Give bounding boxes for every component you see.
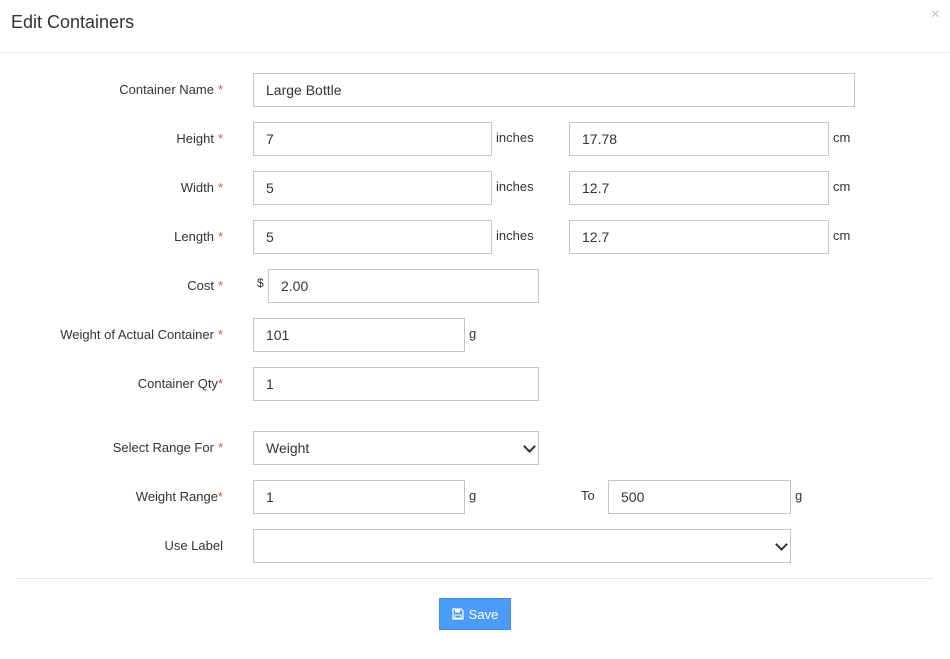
use-label-label: Use Label xyxy=(164,538,223,553)
required-mark: * xyxy=(217,82,223,97)
required-mark: * xyxy=(217,229,223,244)
weight-range-to-unit: g xyxy=(795,488,803,503)
select-range-for-value[interactable]: Weight xyxy=(253,431,539,465)
weight-actual-label: Weight of Actual Container * xyxy=(60,327,223,342)
width-inches-unit: inches xyxy=(496,179,534,194)
weight-range-from-input[interactable] xyxy=(253,480,465,514)
required-mark: * xyxy=(217,131,223,146)
cost-input[interactable] xyxy=(268,269,539,303)
width-cm-unit: cm xyxy=(833,179,851,194)
height-cm-input[interactable] xyxy=(569,122,829,156)
required-mark: * xyxy=(217,376,223,391)
width-inches-input[interactable] xyxy=(253,171,492,205)
container-name-label: Container Name * xyxy=(119,82,223,97)
floppy-disk-icon xyxy=(452,608,464,620)
length-inches-unit: inches xyxy=(496,228,534,243)
weight-range-label: Weight Range* xyxy=(135,489,223,504)
close-icon[interactable]: × xyxy=(931,6,940,24)
modal-header: Edit Containers × xyxy=(0,0,950,53)
required-mark: * xyxy=(217,327,223,342)
height-cm-unit: cm xyxy=(833,130,851,145)
length-cm-input[interactable] xyxy=(569,220,829,254)
length-label: Length * xyxy=(174,229,223,244)
weight-actual-input[interactable] xyxy=(253,318,465,352)
use-label-value[interactable] xyxy=(253,529,791,563)
required-mark: * xyxy=(217,489,223,504)
select-range-for-label: Select Range For * xyxy=(112,440,223,455)
height-label: Height * xyxy=(176,131,223,146)
required-mark: * xyxy=(217,278,223,293)
weight-actual-unit: g xyxy=(469,326,477,341)
select-range-for-dropdown[interactable]: Weight xyxy=(253,431,539,465)
length-inches-input[interactable] xyxy=(253,220,492,254)
edit-containers-modal: Edit Containers × Container Name* Height… xyxy=(0,0,950,659)
save-button[interactable]: Save xyxy=(439,598,511,630)
required-mark: * xyxy=(217,180,223,195)
height-inches-unit: inches xyxy=(496,130,534,145)
weight-range-from-unit: g xyxy=(469,488,477,503)
use-label-dropdown[interactable] xyxy=(253,529,791,563)
container-name-input[interactable] xyxy=(253,73,855,107)
cost-label: Cost * xyxy=(187,278,223,293)
width-label: Width * xyxy=(180,180,223,195)
modal-title: Edit Containers xyxy=(11,12,135,32)
save-button-label: Save xyxy=(468,606,499,622)
height-inches-input[interactable] xyxy=(253,122,492,156)
weight-range-to-label: To xyxy=(581,488,595,503)
weight-range-to-input[interactable] xyxy=(608,480,791,514)
footer-divider xyxy=(16,578,934,579)
container-qty-input[interactable] xyxy=(253,367,539,401)
required-mark: * xyxy=(217,440,223,455)
length-cm-unit: cm xyxy=(833,228,851,243)
currency-symbol: $ xyxy=(257,276,264,290)
container-qty-label: Container Qty* xyxy=(137,376,223,391)
width-cm-input[interactable] xyxy=(569,171,829,205)
